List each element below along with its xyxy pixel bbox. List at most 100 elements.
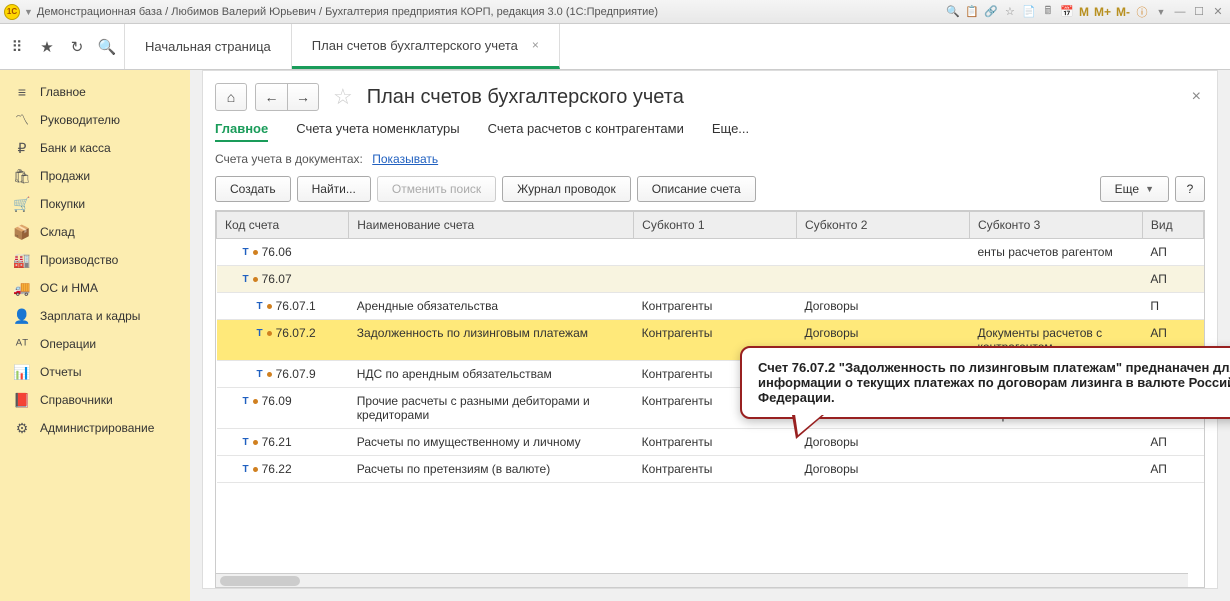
- scroll-thumb[interactable]: [220, 576, 300, 586]
- star-icon[interactable]: ★: [38, 38, 56, 56]
- account-icon: T: [243, 464, 249, 475]
- minimize-button[interactable]: —: [1172, 4, 1188, 20]
- account-icon: T: [243, 274, 249, 285]
- col-code[interactable]: Код счета: [217, 212, 349, 239]
- sidebar-item-label: Склад: [40, 225, 75, 239]
- dot-icon: [253, 399, 258, 404]
- col-sub2[interactable]: Субконто 2: [796, 212, 969, 239]
- history-icon[interactable]: ↻: [68, 38, 86, 56]
- sub3-cell: [969, 293, 1142, 320]
- sub2-cell: [796, 266, 969, 293]
- name-cell: [349, 266, 634, 293]
- favorite-icon[interactable]: ☆: [333, 84, 353, 110]
- tb-icon[interactable]: 🔍: [945, 4, 961, 20]
- back-button[interactable]: ←: [255, 83, 287, 111]
- account-icon: T: [257, 369, 263, 380]
- find-button[interactable]: Найти...: [297, 176, 371, 202]
- table-row[interactable]: T76.21Расчеты по имущественному и личном…: [217, 429, 1204, 456]
- more-button[interactable]: Еще▼: [1100, 176, 1169, 202]
- sidebar-item-label: Производство: [40, 253, 118, 267]
- tb-icon[interactable]: ☆: [1002, 4, 1018, 20]
- close-button[interactable]: ✕: [1210, 4, 1226, 20]
- tb-icon[interactable]: 🔗: [983, 4, 999, 20]
- sidebar-item-1[interactable]: 〽Руководителю: [0, 106, 190, 134]
- subtab-main[interactable]: Главное: [215, 121, 268, 142]
- sidebar-item-5[interactable]: 📦Склад: [0, 218, 190, 246]
- sidebar-item-label: Операции: [40, 337, 96, 351]
- sidebar-item-12[interactable]: ⚙Администрирование: [0, 414, 190, 442]
- tb-icon[interactable]: 📋: [964, 4, 980, 20]
- grid-icon[interactable]: ⠿: [8, 38, 26, 56]
- sidebar-item-3[interactable]: 🛍Продажи: [0, 162, 190, 190]
- description-button[interactable]: Описание счета: [637, 176, 756, 202]
- subtab-more[interactable]: Еще...: [712, 121, 749, 142]
- sidebar-item-icon: 📊: [14, 364, 30, 380]
- home-button[interactable]: ⌂: [215, 83, 247, 111]
- page-close-button[interactable]: ×: [1188, 84, 1205, 110]
- sidebar-item-10[interactable]: 📊 Отчеты: [0, 358, 190, 386]
- sidebar-item-2[interactable]: ₽Банк и касса: [0, 134, 190, 162]
- nav-back-forward: ← →: [255, 83, 319, 111]
- memory-m[interactable]: M: [1078, 4, 1090, 20]
- navigation-sidebar: ≡Главное〽Руководителю₽Банк и касса🛍Прода…: [0, 70, 190, 601]
- sub1-cell: Контрагенты: [634, 293, 797, 320]
- content-panel: ⌂ ← → ☆ План счетов бухгалтерского учета…: [202, 70, 1218, 589]
- sidebar-item-7[interactable]: 🚚ОС и НМА: [0, 274, 190, 302]
- tab-chart-of-accounts[interactable]: План счетов бухгалтерского учета ×: [292, 24, 560, 69]
- table-row[interactable]: T76.07АП: [217, 266, 1204, 293]
- filter-link[interactable]: Показывать: [372, 152, 438, 166]
- window-title: Демонстрационная база / Любимов Валерий …: [37, 6, 941, 18]
- maximize-button[interactable]: ☐: [1191, 4, 1207, 20]
- code-value: 76.07.2: [276, 326, 316, 340]
- sidebar-item-9[interactable]: ᴬᵀОперации: [0, 330, 190, 358]
- name-cell: Расчеты по претензиям (в валюте): [349, 456, 634, 483]
- sub1-cell: Контрагенты: [634, 456, 797, 483]
- name-cell: Расчеты по имущественному и личному: [349, 429, 634, 456]
- sidebar-item-icon: 🏭: [14, 252, 30, 268]
- sidebar-item-6[interactable]: 🏭 Производство: [0, 246, 190, 274]
- sidebar-item-4[interactable]: 🛒Покупки: [0, 190, 190, 218]
- create-button[interactable]: Создать: [215, 176, 291, 202]
- close-icon[interactable]: ×: [532, 38, 539, 52]
- forward-button[interactable]: →: [287, 83, 319, 111]
- name-cell: [349, 239, 634, 266]
- table-row[interactable]: T76.06енты расчетов рагентомАП: [217, 239, 1204, 266]
- sub2-cell: Договоры: [796, 456, 969, 483]
- memory-mplus[interactable]: M+: [1093, 4, 1112, 20]
- sidebar-item-label: Банк и касса: [40, 141, 111, 155]
- annotation-callout: Счет 76.07.2 "Задолженность по лизинговы…: [740, 346, 1230, 419]
- sidebar-item-11[interactable]: 📕Справочники: [0, 386, 190, 414]
- col-sub1[interactable]: Субконто 1: [634, 212, 797, 239]
- col-sub3[interactable]: Субконто 3: [969, 212, 1142, 239]
- main-area: ≡Главное〽Руководителю₽Банк и касса🛍Прода…: [0, 70, 1230, 601]
- journal-button[interactable]: Журнал проводок: [502, 176, 631, 202]
- account-icon: T: [257, 301, 263, 312]
- table-row[interactable]: T 76.22 Расчеты по претензиям (в валюте)Ко…: [217, 456, 1204, 483]
- help-button[interactable]: ?: [1175, 176, 1205, 202]
- sidebar-item-8[interactable]: 👤Зарплата и кадры: [0, 302, 190, 330]
- account-icon: T: [243, 247, 249, 258]
- sub1-cell: [634, 239, 797, 266]
- col-kind[interactable]: Вид: [1142, 212, 1203, 239]
- subtab-nomenclature[interactable]: Счета учета номенклатуры: [296, 121, 459, 142]
- col-name[interactable]: Наименование счета: [349, 212, 634, 239]
- content-area: ⌂ ← → ☆ План счетов бухгалтерского учета…: [190, 70, 1230, 601]
- sidebar-item-label: Отчеты: [40, 365, 81, 379]
- search-icon[interactable]: 🔍: [98, 38, 116, 56]
- info-icon[interactable]: ⓘ: [1134, 4, 1150, 20]
- tab-start-page[interactable]: Начальная страница: [125, 24, 292, 69]
- dropdown-icon[interactable]: ▼: [24, 7, 33, 17]
- sidebar-item-0[interactable]: ≡Главное: [0, 78, 190, 106]
- code-value: 76.22: [262, 462, 292, 476]
- memory-mminus[interactable]: M-: [1115, 4, 1131, 20]
- subtab-counterparties[interactable]: Счета расчетов с контрагентами: [488, 121, 684, 142]
- table-row[interactable]: T76.07.1Арендные обязательстваКонтрагент…: [217, 293, 1204, 320]
- tb-dropdown-icon[interactable]: ▼: [1153, 4, 1169, 20]
- sub1-cell: Контрагенты: [634, 429, 797, 456]
- tb-icon[interactable]: 🖩: [1040, 4, 1056, 20]
- name-cell: Задолженность по лизинговым платежам: [349, 320, 634, 361]
- tb-icon[interactable]: 📄: [1021, 4, 1037, 20]
- tb-icon[interactable]: 📅: [1059, 4, 1075, 20]
- horizontal-scrollbar[interactable]: [216, 573, 1188, 587]
- page-header: ⌂ ← → ☆ План счетов бухгалтерского учета…: [215, 83, 1205, 111]
